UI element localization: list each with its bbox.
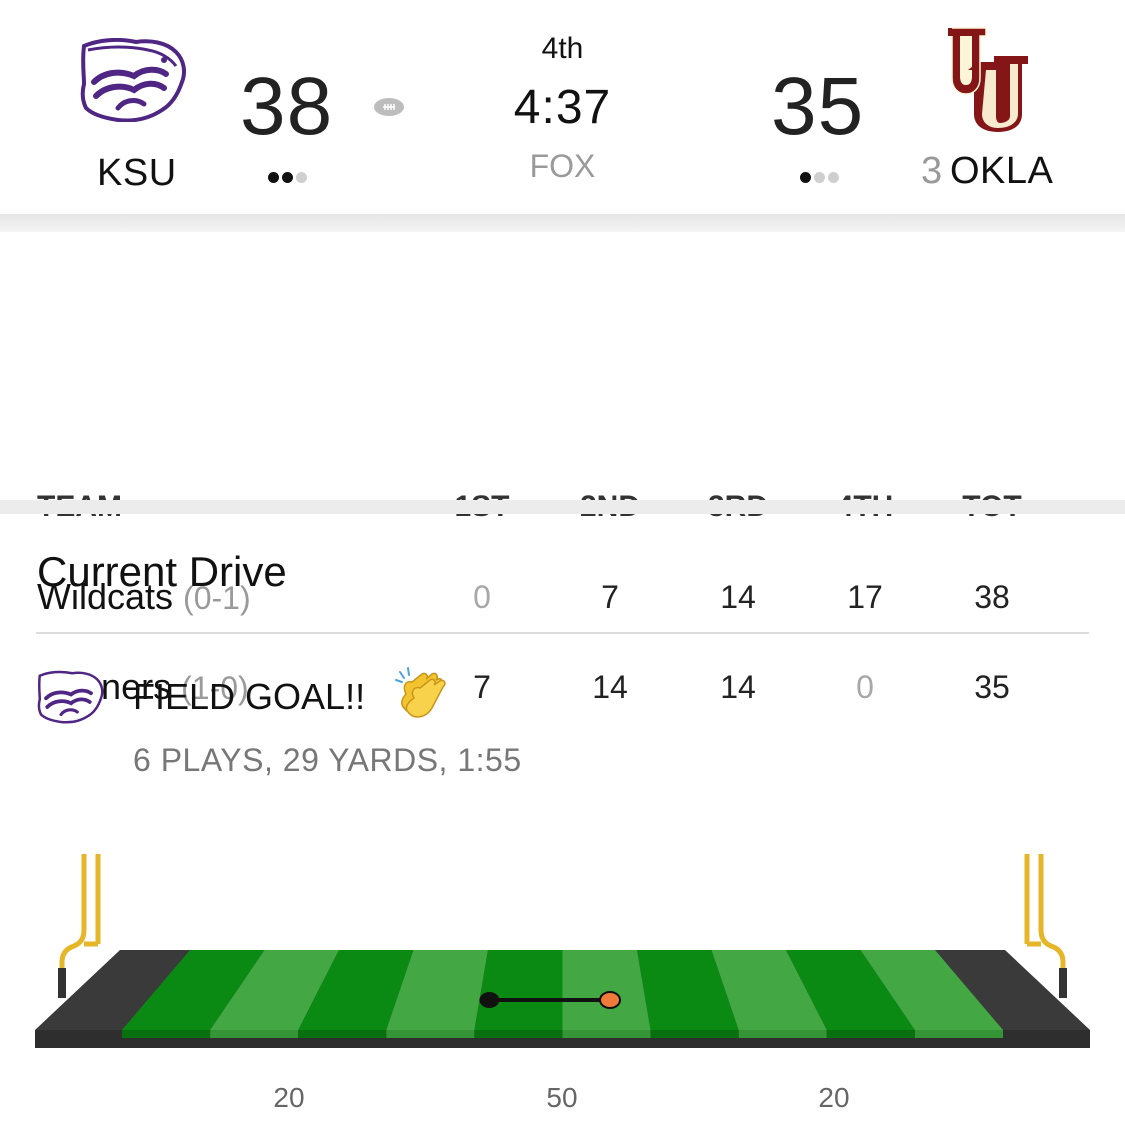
field-stripe-edge: [210, 1030, 299, 1038]
drive-summary: 6 PLAYS, 29 YARDS, 1:55: [133, 742, 522, 778]
home-timeouts-indicator: [800, 172, 839, 183]
scoreboard-header: KSU 38 4th 4:37 FOX 35 3 OKLA: [0, 0, 1125, 216]
timeout-dot: [800, 172, 811, 183]
header-divider: [0, 214, 1125, 232]
field-stripe-edge: [650, 1030, 739, 1038]
quarter-score: 17: [847, 579, 883, 615]
home-score: 35: [771, 61, 865, 152]
field-stripe-edge: [386, 1030, 475, 1038]
yard-marker-label: 20: [273, 1082, 305, 1113]
field-stripe-edge: [914, 1030, 1003, 1038]
left-goalpost-base: [58, 968, 66, 998]
field-diagram: [35, 854, 1090, 1048]
timeout-dot: [828, 172, 839, 183]
quarter-score: 0: [856, 669, 874, 705]
total-score: 38: [974, 579, 1010, 615]
field-stripe-edge: [298, 1030, 387, 1038]
field-stripe-edge: [122, 1030, 211, 1038]
linescore-table: TEAM 1ST 2ND 3RD 4TH TOT Wildcats (0-1) …: [0, 232, 1125, 707]
field-stripe: [562, 950, 651, 1030]
ksu-wildcat-logo-small: [37, 670, 104, 724]
drive-start-marker: [479, 992, 500, 1008]
home-team-rank: 3: [921, 150, 943, 192]
drive-end-marker: [599, 991, 622, 1009]
quarter-score: 7: [601, 579, 619, 615]
quarter-score: 14: [592, 669, 628, 705]
quarter-score: 14: [720, 669, 756, 705]
left-goalpost: [59, 854, 87, 980]
timeout-dot: [814, 172, 825, 183]
yard-marker-label: 50: [546, 1082, 578, 1113]
clapping-hands-icon: [395, 667, 446, 718]
field-stripe-edge: [738, 1030, 827, 1038]
field-stripe-edge: [826, 1030, 915, 1038]
ou-logo: [948, 27, 1028, 132]
divider: [36, 632, 1089, 634]
yard-marker-label: 20: [818, 1082, 850, 1113]
section-divider: [0, 500, 1125, 514]
total-score: 35: [974, 669, 1010, 705]
field-stripe-edge: [474, 1030, 563, 1038]
right-goalpost-base: [1059, 968, 1067, 998]
right-goalpost: [1038, 854, 1066, 980]
current-drive-heading: Current Drive: [37, 548, 287, 595]
home-team-abbr: OKLA: [950, 150, 1054, 192]
field-stripe-edge: [562, 1030, 651, 1038]
drive-result: FIELD GOAL!!: [133, 676, 366, 717]
quarter-score: 0: [473, 579, 491, 615]
quarter-score: 14: [720, 579, 756, 615]
field-stripe: [474, 950, 563, 1030]
